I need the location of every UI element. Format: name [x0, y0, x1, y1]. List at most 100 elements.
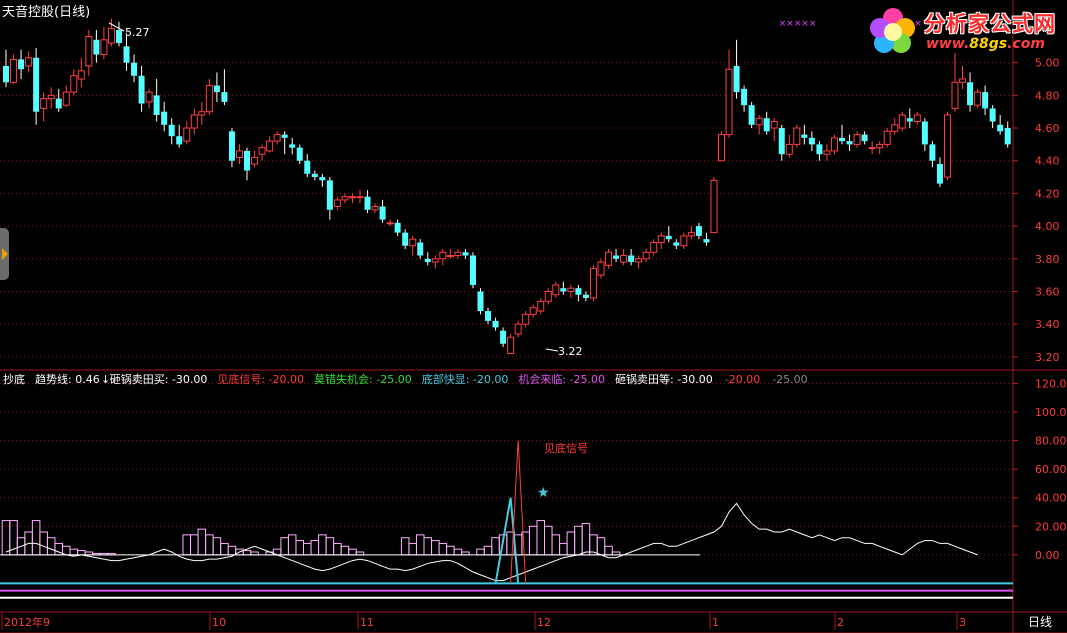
indicator-bar — [46, 537, 56, 556]
candle-body — [830, 137, 838, 152]
indicator-legend: 抄底 趋势线: 0.46 砸锅卖田买: -30.00 见底信号: -20.00 莫错失机… — [3, 372, 808, 386]
stock-title: 天音控股(日线) — [2, 4, 90, 20]
candle-body — [959, 78, 967, 83]
candle — [18, 49, 25, 80]
candle-body — [673, 242, 680, 246]
candle-body — [748, 105, 755, 125]
candle-body — [25, 57, 33, 67]
candle-body — [198, 111, 206, 116]
candle-body — [816, 144, 823, 155]
candle-body — [221, 92, 228, 102]
candle-body — [522, 313, 530, 325]
candle — [251, 150, 259, 168]
side-panel-toggle-handle[interactable] — [0, 228, 9, 280]
candle-body — [145, 91, 153, 103]
indicator-bar — [280, 537, 289, 556]
candle — [85, 30, 93, 76]
indicator-tick-label: 0.00 — [1035, 549, 1060, 562]
candle — [687, 226, 695, 240]
candle — [785, 134, 793, 158]
indicator-bar — [566, 531, 576, 556]
candle-body — [18, 59, 25, 70]
candle — [552, 281, 560, 298]
period-button[interactable]: 日线 — [1013, 612, 1067, 632]
signal-mark: × — [786, 19, 794, 29]
candle-body — [333, 199, 341, 207]
indicator-bar — [423, 537, 433, 556]
candle-body — [552, 284, 560, 296]
candle-body — [537, 300, 545, 312]
candle-body — [500, 330, 507, 344]
candle-body — [635, 258, 643, 263]
candle — [582, 291, 589, 302]
candle — [997, 114, 1004, 135]
signal-mark: × — [794, 19, 802, 29]
indicator-bar — [431, 540, 440, 556]
price-tick-label: 4.60 — [1035, 122, 1060, 135]
candle-body — [741, 88, 748, 106]
candle-body — [47, 94, 55, 100]
candle-body — [853, 134, 861, 145]
candle-body — [153, 95, 160, 115]
candle — [567, 284, 575, 298]
price-tick-label: 4.20 — [1035, 187, 1060, 200]
date-axis: 2012年9 10 11 12 1 2 3 — [1, 612, 966, 630]
candle-body — [266, 140, 274, 152]
candle-body — [785, 143, 793, 155]
candle-body — [507, 336, 515, 355]
candle-body — [492, 320, 499, 328]
candle — [695, 222, 702, 240]
candle — [439, 248, 447, 266]
candle-body — [861, 134, 868, 142]
candle-body — [943, 114, 951, 178]
candle-body — [446, 255, 454, 258]
stock-chart-canvas[interactable]: 5.00 4.80 4.60 4.40 4.20 4.00 3.80 3.60 3.40 3.20… — [0, 0, 1067, 633]
price-tick-label: 4.00 — [1035, 220, 1060, 233]
candle — [62, 85, 70, 107]
signal-mark: × — [801, 19, 809, 29]
indicator-tick-label: 100.00 — [1035, 406, 1067, 419]
candle — [168, 118, 175, 145]
candle-body — [567, 287, 575, 292]
candle — [650, 239, 658, 256]
candle — [145, 88, 153, 109]
indicator-bar — [491, 537, 500, 556]
candle — [311, 170, 318, 181]
candle-body — [235, 150, 243, 158]
candle — [665, 226, 672, 243]
candle-body — [168, 124, 175, 137]
indicator-axis-ticks: 120.00 100.00 80.00 60.00 40.00 20.00 0.00 — [0, 377, 1067, 562]
brand-url: www.88gs.com — [926, 36, 1045, 52]
candle-body — [348, 196, 356, 199]
candle-body — [613, 255, 620, 259]
candle-body — [183, 127, 191, 142]
candle — [808, 131, 815, 151]
candle-body — [605, 251, 613, 266]
candle — [25, 51, 33, 73]
candle-body — [801, 134, 808, 138]
candle-body — [281, 134, 288, 138]
candle — [929, 141, 936, 168]
indicator-bar — [190, 534, 199, 556]
indicator-bar — [69, 548, 79, 556]
candle-body — [115, 30, 122, 44]
candle — [620, 248, 628, 266]
candle — [40, 92, 48, 122]
candle-body — [289, 144, 296, 148]
candle-body — [431, 258, 439, 263]
candle-body — [1004, 128, 1011, 145]
candle — [258, 144, 266, 161]
candle — [793, 124, 801, 148]
candle-body — [341, 196, 349, 201]
candle — [454, 248, 462, 259]
legend-v1: -20.00 — [725, 373, 760, 386]
candle-body — [394, 222, 401, 233]
candle-body — [876, 143, 884, 149]
candle-body — [40, 98, 48, 109]
candle-body — [755, 117, 763, 126]
candle — [959, 65, 967, 89]
legend-sell_wait: 砸锅卖田等: -30.00 — [615, 372, 713, 386]
indicator-bar — [400, 537, 410, 556]
candle-body — [296, 147, 303, 161]
candle-body — [936, 164, 943, 184]
